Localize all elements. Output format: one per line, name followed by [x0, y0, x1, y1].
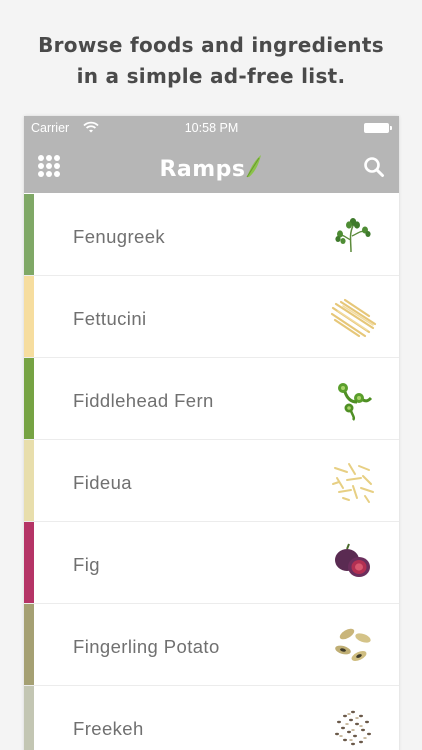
food-label: Fig	[73, 554, 100, 575]
battery-icon	[364, 123, 392, 133]
food-list: Fenugreek Fettucini Fiddlehead Fern Fide…	[24, 194, 399, 750]
grain-icon	[329, 704, 377, 750]
status-time: 10:58 PM	[184, 121, 239, 135]
color-swatch	[24, 522, 34, 603]
list-item[interactable]: Fiddlehead Fern	[24, 358, 399, 440]
fiddlehead-icon	[329, 376, 377, 422]
potato-icon	[329, 622, 377, 668]
short-noodles-icon	[329, 458, 377, 504]
headline-line-2: in a simple ad-free list.	[76, 64, 346, 88]
list-item[interactable]: Fideua	[24, 440, 399, 522]
leaf-icon	[244, 153, 264, 185]
color-swatch	[24, 604, 34, 685]
headline-line-1: Browse foods and ingredients	[38, 33, 384, 57]
list-item[interactable]: Fig	[24, 522, 399, 604]
list-item[interactable]: Freekeh	[24, 686, 399, 750]
list-item[interactable]: Fingerling Potato	[24, 604, 399, 686]
food-label: Fideua	[73, 472, 132, 493]
list-item[interactable]: Fettucini	[24, 276, 399, 358]
color-swatch	[24, 686, 34, 750]
nav-bar: Ramps	[24, 140, 399, 193]
food-label: Fenugreek	[73, 226, 166, 247]
app-title: Ramps	[24, 153, 399, 185]
fenugreek-sprout-icon	[329, 212, 377, 258]
color-swatch	[24, 358, 34, 439]
list-item[interactable]: Fenugreek	[24, 194, 399, 276]
color-swatch	[24, 194, 34, 275]
phone-screen: Carrier 10:58 PM Ramps Fenugreek Fettuci…	[24, 116, 399, 750]
food-label: Freekeh	[73, 718, 144, 739]
food-label: Fettucini	[73, 308, 147, 329]
fig-icon	[329, 540, 377, 586]
food-label: Fiddlehead Fern	[73, 390, 214, 411]
pasta-strands-icon	[329, 294, 377, 340]
status-bar: Carrier 10:58 PM	[24, 116, 399, 140]
promo-headline: Browse foods and ingredients in a simple…	[0, 30, 422, 92]
app-title-text: Ramps	[159, 157, 246, 182]
color-swatch	[24, 440, 34, 521]
search-icon[interactable]	[363, 156, 385, 178]
color-swatch	[24, 276, 34, 357]
food-label: Fingerling Potato	[73, 636, 220, 657]
